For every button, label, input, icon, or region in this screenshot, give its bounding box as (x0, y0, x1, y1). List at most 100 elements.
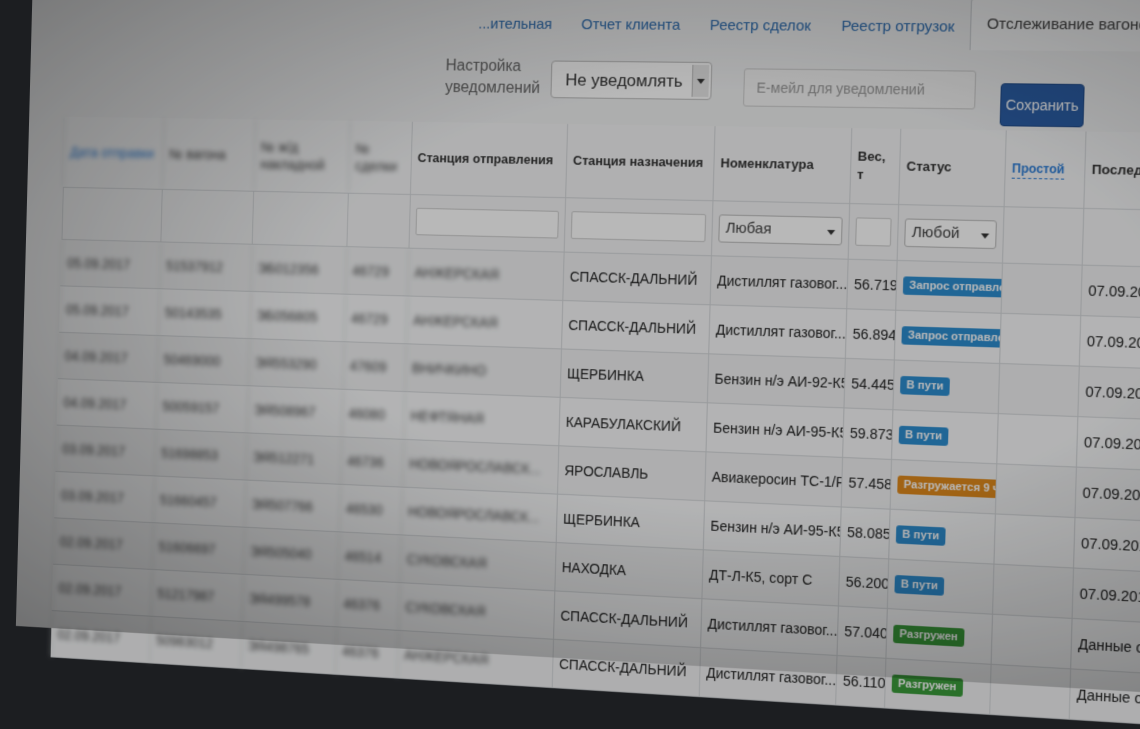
cell-last: 07.09.2017 (1077, 366, 1140, 422)
cell-invoice: ЭЯ512271 (245, 433, 342, 484)
header-last: Последн (1083, 131, 1140, 212)
cell-nomen: Дистиллят газовог... (709, 256, 848, 309)
cell-nomen: Бензин н/э АИ-95-К5 (702, 501, 841, 556)
cell-wagon: 51537912 (159, 242, 252, 291)
tab-client-report[interactable]: Отчет клиента (566, 3, 695, 48)
cell-status: Запрос отправлен (895, 260, 1002, 313)
filter-to-input[interactable] (570, 211, 707, 243)
cell-deal: 46736 (340, 437, 404, 487)
cell-last: 07.09.2017 (1075, 417, 1140, 474)
tab-deals-registry[interactable]: Реестр сделок (694, 4, 826, 49)
cell-nomen: Дистиллят газовог... (698, 648, 837, 705)
cell-idle (1000, 263, 1082, 316)
filter-wagon-cell (160, 189, 254, 244)
cell-wagon: 51217987 (150, 569, 243, 621)
tab-shipments-registry[interactable]: Реестр отгрузок (825, 4, 970, 50)
cell-date: 05.09.2017 (60, 239, 161, 289)
cell-from: АНЖЕРСКАЯ (405, 296, 563, 349)
caret-down-icon (826, 229, 836, 236)
cell-status: В пути (891, 410, 998, 464)
cell-last: 07.09.2017 1 (1074, 467, 1140, 525)
email-field[interactable]: Е-мейл для уведомлений (743, 68, 977, 110)
cell-status: Разгружается 9 ч. (889, 459, 997, 514)
wagons-table: Дата отправки № вагона № ж/д накладной №… (50, 116, 1140, 729)
filter-idle-cell (1001, 207, 1084, 265)
filter-from-input[interactable] (415, 207, 559, 239)
cell-idle (992, 564, 1073, 618)
cell-nomen: Дистиллят газовог... (708, 305, 847, 358)
cell-last: Данные отсле (1070, 618, 1140, 678)
filter-status-select[interactable]: Любой (904, 218, 997, 250)
header-deal: № сделки (347, 120, 412, 194)
cell-wagon: 51606697 (151, 523, 245, 574)
cell-deal: 46530 (338, 484, 403, 535)
cell-from: НОВОЯРОСЛАВСК... (402, 439, 559, 494)
idle-sort-link[interactable]: Простой (1011, 158, 1065, 180)
cell-weight: 56.110 (835, 655, 886, 708)
filter-from-cell (408, 194, 566, 252)
cell-nomen: Бензин н/э АИ-95-К5 (705, 403, 844, 457)
cell-invoice: ЭЯ499578 (241, 574, 338, 627)
cell-status: В пути (888, 509, 995, 564)
tab-bar: ...ительная Отчет клиента Реестр сделок … (463, 0, 1140, 52)
cell-to: СПАССК-ДАЛЬНИЙ (553, 591, 702, 648)
status-badge: Разгружен (893, 624, 965, 647)
cell-from: АНЖЕРСКАЯ (407, 248, 564, 300)
cell-weight: 57.040 (836, 606, 887, 658)
notify-select-toggle[interactable] (691, 64, 710, 98)
header-date[interactable]: Дата отправки (62, 116, 164, 189)
cell-idle (994, 464, 1076, 517)
cell-from: АНЖЕРСКАЯ (396, 630, 554, 688)
cell-deal: 47609 (342, 342, 406, 392)
filter-nomen-select[interactable]: Любая (718, 214, 843, 246)
filter-to-cell (563, 198, 713, 256)
cell-last: Данные отсле (1068, 669, 1140, 729)
cell-idle (993, 514, 1075, 568)
cell-date: 04.09.2017 (56, 379, 157, 429)
cell-date: 04.09.2017 (57, 332, 158, 382)
cell-weight: 56.719 (846, 259, 897, 310)
cell-nomen: Бензин н/э АИ-92-К5 (706, 354, 845, 408)
status-badge: Запрос отправлен (902, 276, 1002, 298)
status-badge: В пути (900, 375, 950, 396)
cell-nomen: ДТ-Л-К5, сорт С (701, 550, 840, 606)
cell-status: В пути (892, 360, 1000, 414)
cell-invoice: ЭБ012356 (250, 244, 347, 294)
email-placeholder: Е-мейл для уведомлений (756, 79, 926, 98)
cell-deal: 46080 (341, 389, 405, 439)
cell-date: 02.09.2017 (50, 610, 151, 663)
header-wagon: № вагона (161, 118, 256, 191)
cell-idle (990, 614, 1072, 669)
cell-idle (999, 313, 1081, 366)
cell-invoice: ЭЯ508967 (246, 386, 343, 437)
cell-to: СПАССК-ДАЛЬНИЙ (551, 639, 701, 697)
cell-status: Разгружен (885, 609, 992, 664)
cell-from: ВНИЧКИНО (404, 344, 561, 397)
cell-from: СУКОВСКАЯ (399, 535, 556, 591)
filter-invoice-cell (251, 191, 348, 247)
status-badge: В пути (895, 525, 946, 546)
cell-status: Разгружен (884, 658, 991, 714)
cell-deal: 46376 (334, 627, 399, 678)
cell-nomen: Авиакеросин ТС-1/РТ (704, 452, 843, 507)
filter-weight-input[interactable] (855, 217, 892, 247)
cell-deal: 46376 (336, 579, 400, 630)
header-weight: Вес, т (849, 128, 901, 205)
header-idle[interactable]: Простой (1003, 130, 1086, 208)
save-button[interactable]: Сохранить (999, 83, 1085, 128)
tab-wagon-tracking[interactable]: Отслеживание вагонов (969, 0, 1140, 52)
filter-nomen-cell: Любая (710, 201, 850, 259)
filter-deal-cell (346, 193, 410, 248)
cell-to: СПАССК-ДАЛЬНИЙ (562, 252, 711, 305)
cell-from: СУКОВСКАЯ (398, 583, 555, 639)
cell-status: В пути (886, 559, 994, 614)
filter-status-cell: Любой (896, 205, 1004, 263)
notify-select[interactable]: Не уведомлять (550, 60, 713, 101)
cell-date: 05.09.2017 (59, 286, 160, 336)
app-screen: ...ительная Отчет клиента Реестр сделок … (15, 0, 1140, 729)
status-badge: Разгружается 9 ч. (897, 475, 997, 499)
cell-date: 03.09.2017 (54, 471, 155, 523)
tab-1[interactable]: ...ительная (463, 3, 567, 47)
cell-to: КАРАБУЛАКСКИЙ (558, 397, 707, 452)
cell-wagon: 50983012 (149, 616, 242, 669)
